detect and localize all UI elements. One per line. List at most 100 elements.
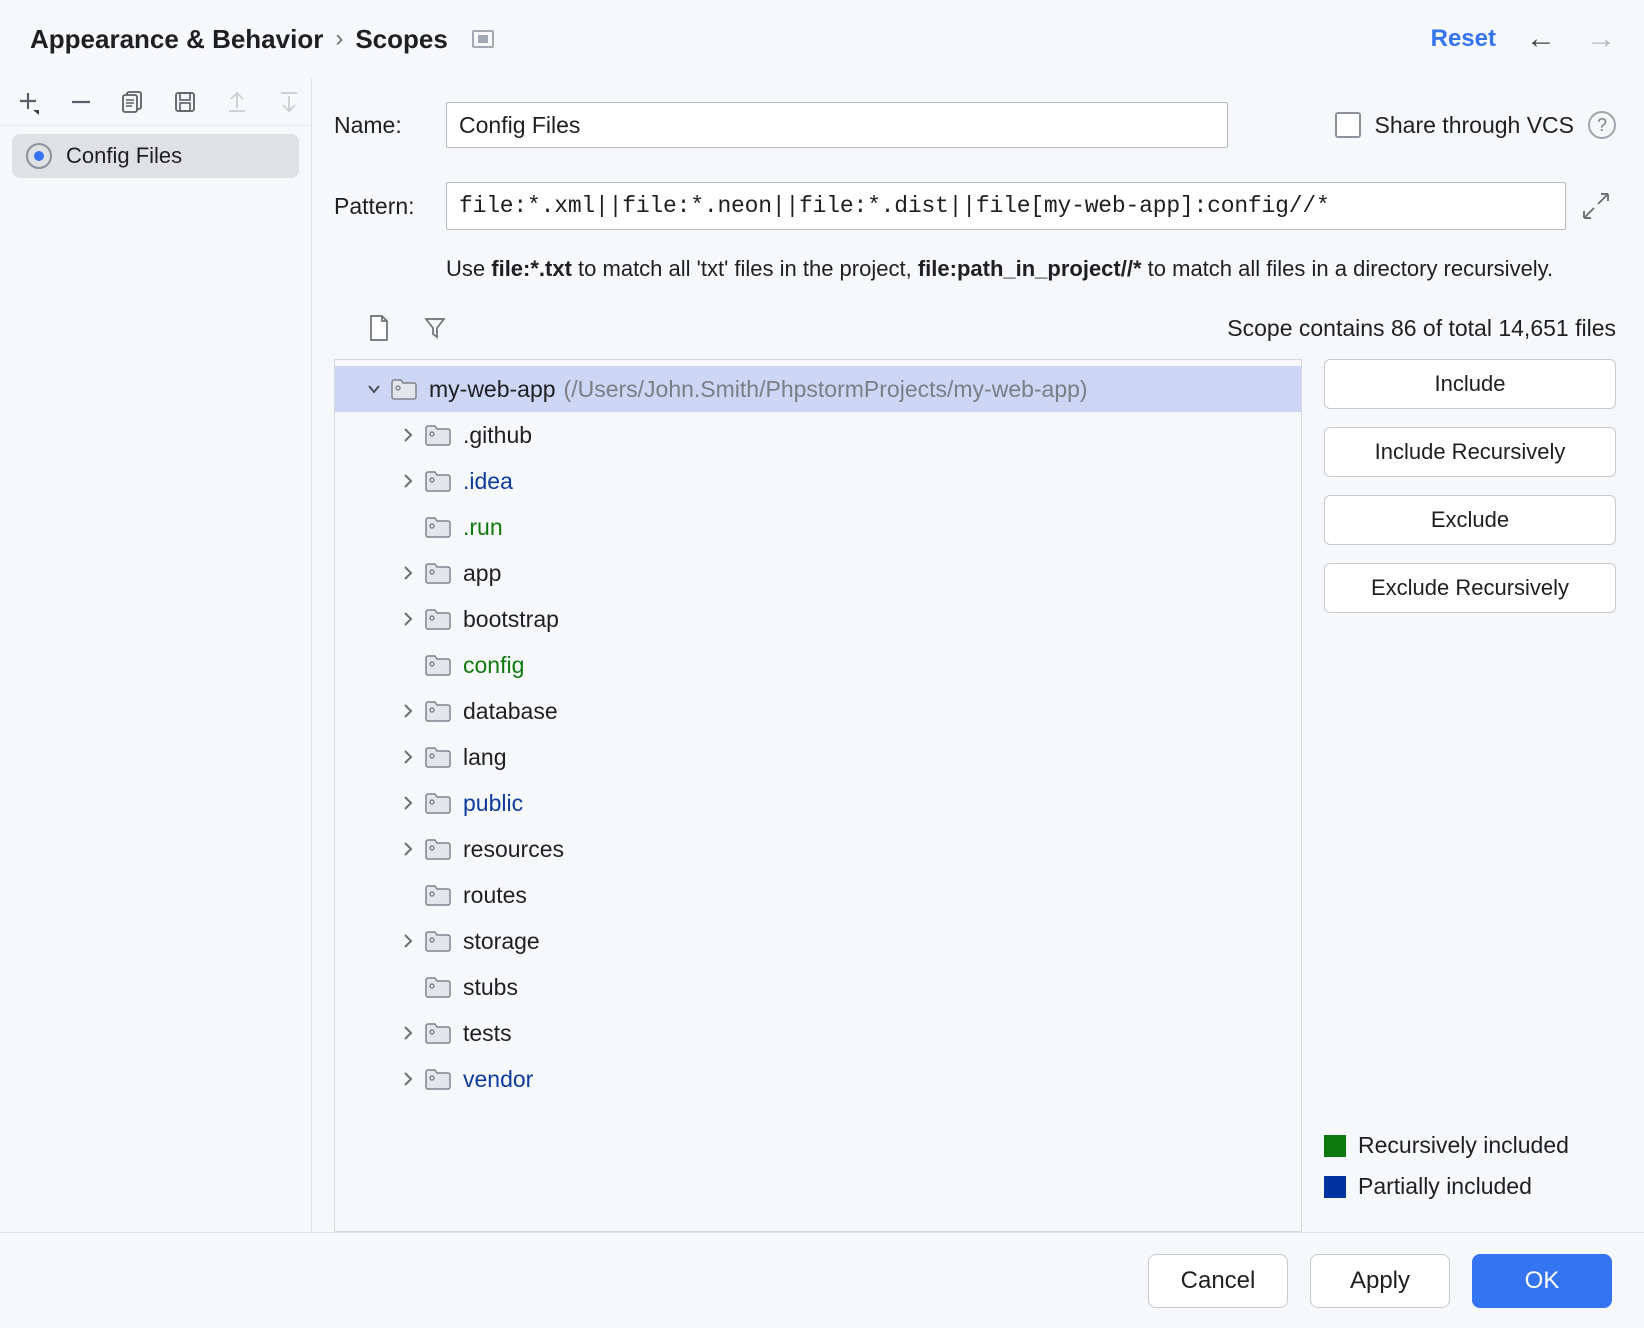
add-scope-button[interactable]	[16, 87, 42, 117]
remove-scope-button[interactable]	[68, 87, 94, 117]
tree-toolbar-icons	[364, 313, 450, 343]
sidebar-item-config-files[interactable]: Config Files	[12, 134, 299, 178]
tree-row-label: resources	[463, 836, 564, 863]
pattern-label: Pattern:	[334, 193, 446, 220]
tree-row-dot-idea[interactable]: .idea	[335, 458, 1301, 504]
tree-row-stubs[interactable]: stubs	[335, 964, 1301, 1010]
legend-row-partially-included: Partially included	[1324, 1173, 1616, 1200]
panel-toggle-icon[interactable]	[472, 30, 494, 48]
folder-icon	[425, 608, 451, 630]
legend-label-recursively-included: Recursively included	[1358, 1132, 1569, 1159]
dialog-header: Appearance & Behavior › Scopes Reset ← →	[0, 0, 1644, 78]
tree-children: .github .idea .run app bootstrap config databa…	[335, 412, 1301, 1102]
name-label: Name:	[334, 112, 446, 139]
show-files-icon[interactable]	[364, 313, 394, 343]
filter-icon[interactable]	[420, 313, 450, 343]
tree-row-bootstrap[interactable]: bootstrap	[335, 596, 1301, 642]
tree-toolbar: Scope contains 86 of total 14,651 files	[334, 313, 1616, 343]
breadcrumb: Appearance & Behavior › Scopes	[30, 24, 494, 55]
apply-button[interactable]: Apply	[1310, 1254, 1450, 1308]
folder-icon	[425, 516, 451, 538]
folder-icon	[425, 1022, 451, 1044]
tree-row-label: .github	[463, 422, 532, 449]
move-up-button[interactable]	[224, 87, 250, 117]
expand-pattern-icon[interactable]	[1576, 191, 1616, 221]
chevron-right-icon[interactable]	[391, 932, 425, 950]
share-vcs-checkbox[interactable]	[1335, 112, 1361, 138]
chevron-right-icon[interactable]	[391, 426, 425, 444]
scope-name-input[interactable]: Config Files	[446, 102, 1228, 148]
hint-suffix: to match all files in a directory recurs…	[1142, 256, 1554, 281]
chevron-down-icon[interactable]	[357, 380, 391, 398]
folder-icon	[425, 976, 451, 998]
tree-row-routes[interactable]: routes	[335, 872, 1301, 918]
tree-row-label: config	[463, 652, 524, 679]
chevron-right-icon[interactable]	[391, 1070, 425, 1088]
scope-action-buttons: Include Include Recursively Exclude Excl…	[1302, 359, 1616, 1232]
chevron-right-icon[interactable]	[391, 564, 425, 582]
breadcrumb-separator: ›	[335, 25, 343, 53]
chevron-right-icon[interactable]	[391, 472, 425, 490]
share-vcs-label: Share through VCS	[1375, 112, 1574, 139]
scopes-settings-dialog: Appearance & Behavior › Scopes Reset ← →	[0, 0, 1644, 1328]
include-button[interactable]: Include	[1324, 359, 1616, 409]
save-scope-icon[interactable]	[172, 87, 198, 117]
include-recursively-button[interactable]: Include Recursively	[1324, 427, 1616, 477]
legend-row-recursively-included: Recursively included	[1324, 1132, 1616, 1159]
forward-arrow-icon[interactable]: →	[1586, 24, 1616, 54]
reset-button[interactable]: Reset	[1431, 25, 1496, 53]
chevron-right-icon[interactable]	[391, 840, 425, 858]
legend-swatch-green	[1324, 1135, 1346, 1157]
tree-row-label: public	[463, 790, 523, 817]
tree-row-dot-github[interactable]: .github	[335, 412, 1301, 458]
tree-row-label: tests	[463, 1020, 512, 1047]
tree-row-storage[interactable]: storage	[335, 918, 1301, 964]
back-arrow-icon[interactable]: ←	[1526, 24, 1556, 54]
chevron-right-icon[interactable]	[391, 794, 425, 812]
tree-row-root[interactable]: my-web-app (/Users/John.Smith/PhpstormPr…	[335, 366, 1301, 412]
tree-row-app[interactable]: app	[335, 550, 1301, 596]
scope-editor-panel: Name: Config Files Share through VCS ? P…	[312, 78, 1644, 1232]
pattern-hint: Use file:*.txt to match all 'txt' files …	[446, 252, 1556, 285]
move-down-button[interactable]	[276, 87, 302, 117]
tree-row-dot-run[interactable]: .run	[335, 504, 1301, 550]
scopes-sidebar: Config Files	[0, 78, 312, 1232]
tree-row-resources[interactable]: resources	[335, 826, 1301, 872]
tree-row-label: .run	[463, 514, 503, 541]
header-actions: Reset ← →	[1431, 24, 1616, 54]
tree-row-label: my-web-app	[429, 376, 556, 403]
tree-row-database[interactable]: database	[335, 688, 1301, 734]
chevron-right-icon[interactable]	[391, 1024, 425, 1042]
pattern-row: Pattern: file:*.xml||file:*.neon||file:*…	[334, 182, 1616, 230]
chevron-right-icon[interactable]	[391, 610, 425, 628]
scopes-toolbar	[0, 78, 311, 126]
folder-icon	[425, 1068, 451, 1090]
ok-button[interactable]: OK	[1472, 1254, 1612, 1308]
tree-row-label: app	[463, 560, 501, 587]
chevron-right-icon[interactable]	[391, 702, 425, 720]
copy-scope-icon[interactable]	[120, 87, 146, 117]
scope-icon	[26, 143, 52, 169]
project-tree[interactable]: my-web-app (/Users/John.Smith/PhpstormPr…	[334, 359, 1302, 1232]
tree-row-public[interactable]: public	[335, 780, 1301, 826]
tree-row-lang[interactable]: lang	[335, 734, 1301, 780]
exclude-button[interactable]: Exclude	[1324, 495, 1616, 545]
tree-row-label: database	[463, 698, 558, 725]
exclude-recursively-button[interactable]: Exclude Recursively	[1324, 563, 1616, 613]
breadcrumb-current: Scopes	[355, 24, 448, 55]
legend: Recursively included Partially included	[1324, 1132, 1616, 1232]
breadcrumb-root[interactable]: Appearance & Behavior	[30, 24, 323, 55]
folder-icon	[425, 884, 451, 906]
tree-row-config[interactable]: config	[335, 642, 1301, 688]
dialog-footer: Cancel Apply OK	[0, 1232, 1644, 1328]
folder-icon	[425, 654, 451, 676]
share-vcs-group: Share through VCS ?	[1335, 111, 1616, 139]
pattern-input[interactable]: file:*.xml||file:*.neon||file:*.dist||fi…	[446, 182, 1566, 230]
cancel-button[interactable]: Cancel	[1148, 1254, 1288, 1308]
hint-code-2: file:path_in_project//*	[918, 256, 1142, 281]
chevron-right-icon[interactable]	[391, 748, 425, 766]
tree-root-path: (/Users/John.Smith/PhpstormProjects/my-w…	[564, 376, 1088, 403]
help-icon[interactable]: ?	[1588, 111, 1616, 139]
tree-row-tests[interactable]: tests	[335, 1010, 1301, 1056]
tree-row-vendor[interactable]: vendor	[335, 1056, 1301, 1102]
